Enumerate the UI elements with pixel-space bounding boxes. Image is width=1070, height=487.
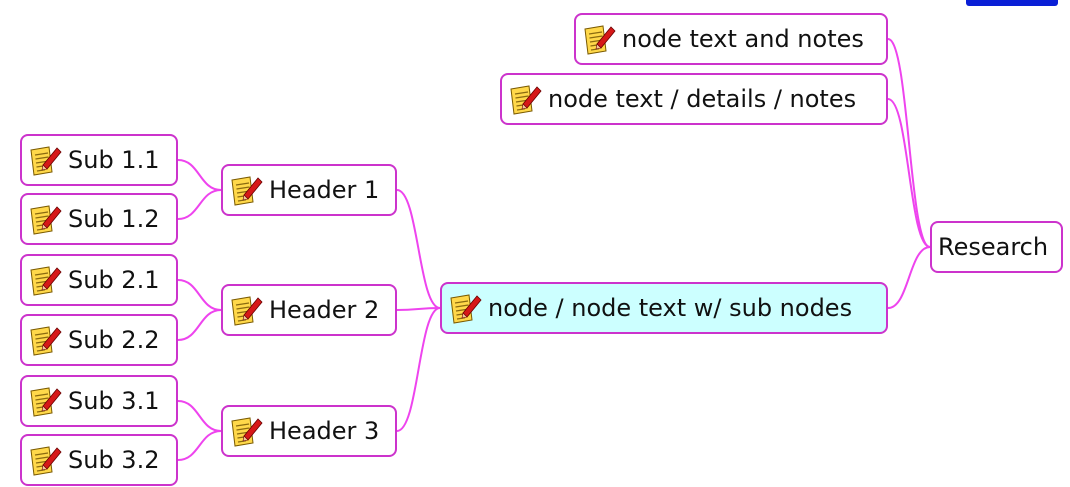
node-label: Sub 3.1	[68, 387, 160, 415]
notes-pencil-icon	[28, 384, 62, 418]
node-text-and-notes[interactable]: node text and notes	[574, 13, 888, 65]
connector-root-n1	[887, 38, 931, 248]
node-label: Sub 2.2	[68, 326, 160, 354]
connector-h3-s32	[177, 430, 222, 461]
notes-pencil-icon	[448, 291, 482, 325]
header-2-node[interactable]: Header 2	[221, 284, 397, 336]
sub-2-1-node[interactable]: Sub 2.1	[20, 254, 178, 306]
node-label: Header 1	[269, 176, 380, 204]
scrollbar-thumb[interactable]	[966, 0, 1058, 6]
connector-h1-s12	[177, 189, 222, 220]
sub-3-2-node[interactable]: Sub 3.2	[20, 434, 178, 486]
sub-3-1-node[interactable]: Sub 3.1	[20, 375, 178, 427]
root-node[interactable]: Research	[930, 221, 1063, 273]
node-label: Header 3	[269, 417, 380, 445]
connector-n3-h1	[396, 189, 441, 309]
node-label: node / node text w/ sub nodes	[488, 294, 853, 322]
sub-1-1-node[interactable]: Sub 1.1	[20, 134, 178, 186]
node-with-sub-nodes[interactable]: node / node text w/ sub nodes	[440, 282, 888, 334]
notes-pencil-icon	[508, 82, 542, 116]
notes-pencil-icon	[28, 202, 62, 236]
connector-n3-h2	[396, 307, 441, 311]
notes-pencil-icon	[582, 22, 616, 56]
node-label: Sub 2.1	[68, 266, 160, 294]
node-text-details-notes[interactable]: node text / details / notes	[500, 73, 888, 125]
notes-pencil-icon	[229, 173, 263, 207]
node-label: Sub 1.2	[68, 205, 160, 233]
notes-pencil-icon	[28, 263, 62, 297]
connector-root-n2	[887, 98, 931, 248]
notes-pencil-icon	[28, 143, 62, 177]
root-node-label: Research	[938, 233, 1049, 261]
sub-2-2-node[interactable]: Sub 2.2	[20, 314, 178, 366]
connector-n3-h3	[396, 307, 441, 432]
connector-h2-s21	[177, 279, 222, 311]
node-label: Sub 1.1	[68, 146, 160, 174]
connector-h2-s22	[177, 309, 222, 341]
notes-pencil-icon	[28, 323, 62, 357]
sub-1-2-node[interactable]: Sub 1.2	[20, 193, 178, 245]
node-label: node text and notes	[622, 25, 864, 53]
node-label: Header 2	[269, 296, 380, 324]
header-1-node[interactable]: Header 1	[221, 164, 397, 216]
notes-pencil-icon	[229, 414, 263, 448]
node-label: Sub 3.2	[68, 446, 160, 474]
notes-pencil-icon	[28, 443, 62, 477]
connector-h1-s11	[177, 159, 222, 191]
header-3-node[interactable]: Header 3	[221, 405, 397, 457]
connector-root-n3	[887, 246, 931, 309]
node-label: node text / details / notes	[548, 85, 857, 113]
notes-pencil-icon	[229, 293, 263, 327]
connector-h3-s31	[177, 400, 222, 432]
